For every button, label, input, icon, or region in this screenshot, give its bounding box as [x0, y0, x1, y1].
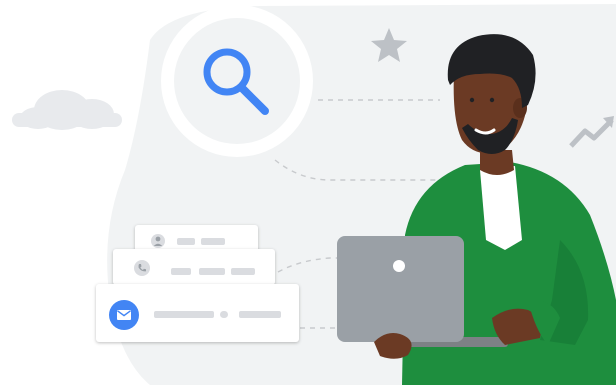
head — [447, 34, 536, 154]
person-illustration — [337, 34, 616, 385]
white-tshirt — [480, 166, 522, 250]
laptop — [337, 236, 464, 342]
laptop-logo — [393, 260, 405, 272]
illustration — [0, 0, 616, 385]
